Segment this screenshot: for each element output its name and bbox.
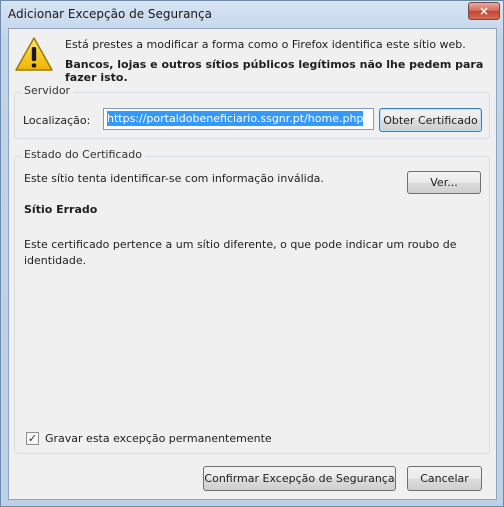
close-button[interactable]: × xyxy=(468,2,500,20)
location-label: Localização: xyxy=(23,114,91,127)
window-title: Adicionar Excepção de Segurança xyxy=(8,7,212,21)
cancel-button[interactable]: Cancelar xyxy=(407,466,482,491)
server-group: Servidor Localização: https://portaldobe… xyxy=(14,84,490,139)
certificate-status-label: Estado do Certificado xyxy=(21,148,145,161)
title-bar[interactable]: Adicionar Excepção de Segurança × xyxy=(1,1,503,27)
dialog-body: Está prestes a modificar a forma como o … xyxy=(8,28,497,500)
intro-warning-text: Bancos, lojas e outros sítios públicos l… xyxy=(65,58,484,84)
confirm-exception-button[interactable]: Confirmar Excepção de Segurança xyxy=(203,466,396,491)
get-certificate-button[interactable]: Obter Certificado xyxy=(379,108,482,132)
intro-text: Está prestes a modificar a forma como o … xyxy=(65,38,466,51)
checkmark-icon: ✓ xyxy=(27,432,38,445)
status-message: Este sítio tenta identificar-se com info… xyxy=(24,172,324,185)
remember-exception-row[interactable]: ✓ Gravar esta excepção permanentemente xyxy=(26,432,272,445)
location-input[interactable]: https://portaldobeneficiario.ssgnr.pt/ho… xyxy=(103,108,374,130)
error-title: Sítio Errado xyxy=(24,203,98,216)
certificate-status-group: Estado do Certificado Este sítio tenta i… xyxy=(14,148,490,454)
remember-checkbox[interactable]: ✓ xyxy=(26,432,39,445)
location-value: https://portaldobeneficiario.ssgnr.pt/ho… xyxy=(107,111,364,126)
warning-icon xyxy=(15,37,53,71)
server-group-label: Servidor xyxy=(21,84,74,97)
dialog-window: Adicionar Excepção de Segurança × Está p… xyxy=(0,0,504,507)
error-detail: Este certificado pertence a um sítio dif… xyxy=(24,238,457,267)
close-icon: × xyxy=(478,4,490,18)
remember-label[interactable]: Gravar esta excepção permanentemente xyxy=(45,432,272,445)
view-certificate-button[interactable]: Ver... xyxy=(407,171,481,194)
